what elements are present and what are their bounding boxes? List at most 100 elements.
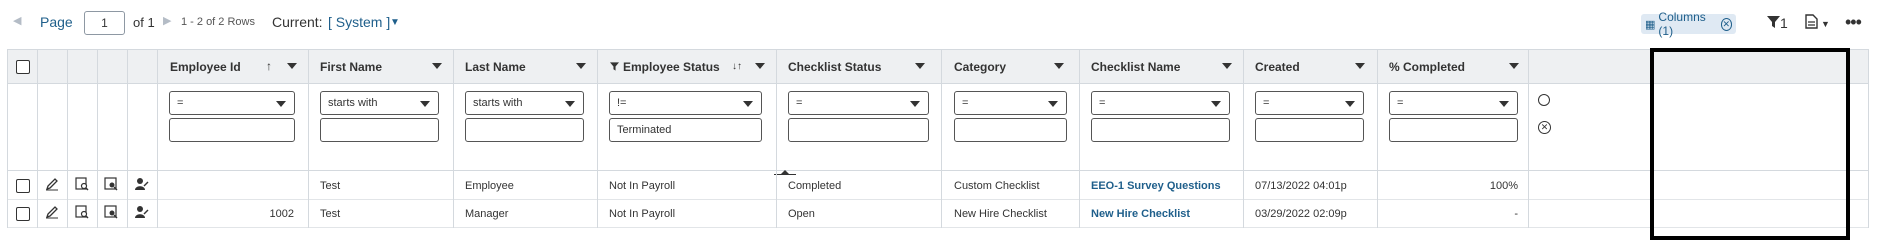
filter-operator-category[interactable]: = [954,91,1067,115]
edit-icon[interactable] [45,177,63,195]
filter-value-last-name[interactable] [465,118,584,142]
clear-filters-icon[interactable]: ✕ [1538,121,1551,134]
column-label: Last Name [465,60,526,74]
select-all-checkbox[interactable] [16,60,30,74]
column-label: Created [1255,60,1300,74]
column-menu-icon[interactable] [1054,63,1064,69]
column-menu-icon[interactable] [1355,63,1365,69]
cell-category: New Hire Checklist [954,208,1047,220]
row-count: 1 - 2 of 2 Rows [181,16,255,28]
column-divider [1079,50,1080,228]
column-menu-icon[interactable] [432,63,442,69]
open-record-icon[interactable] [104,177,122,195]
table-row[interactable]: 1002 Test Manager Not In Payroll Open Ne… [8,200,1868,228]
filter-operator-employee-status[interactable]: != [609,91,762,115]
column-divider [308,50,309,228]
columns-chip-label: Columns (1) [1658,10,1706,38]
current-view-selector[interactable]: [ System ] [328,14,390,30]
apply-filter-icon[interactable] [1538,94,1550,106]
filter-value-checklist-name[interactable] [1091,118,1230,142]
column-header-employee-status[interactable]: Employee Status [610,50,720,84]
column-menu-icon[interactable] [755,63,765,69]
filter-value-created[interactable] [1255,118,1364,142]
column-header-pct-completed[interactable]: % Completed [1389,50,1465,84]
column-menu-icon[interactable] [1509,63,1519,69]
checklist-name-link[interactable]: EEO-1 Survey Questions [1091,180,1221,192]
column-label: % Completed [1389,60,1466,74]
clear-icon[interactable]: ✕ [1720,17,1732,31]
column-header-last-name[interactable]: Last Name [465,50,526,84]
filter-operator-checklist-status[interactable]: = [788,91,929,115]
caret-down-icon [565,101,575,107]
caret-down-icon [276,101,286,107]
column-menu-icon[interactable] [1222,63,1232,69]
view-details-icon[interactable] [75,205,93,223]
next-page-icon[interactable]: ▶ [163,14,171,27]
page-count: of 1 [133,15,155,30]
operator-value: = [1263,97,1270,109]
filter-value-pct-completed[interactable] [1389,118,1518,142]
export-button[interactable]: ▼ [1805,14,1830,33]
current-view-label: Current: [272,14,323,30]
filter-value-first-name[interactable] [320,118,439,142]
column-header-category[interactable]: Category [954,50,1006,84]
prev-page-icon[interactable]: ◀ [13,14,21,27]
columns-chip[interactable]: ▦ Columns (1) ✕ [1641,10,1736,38]
header-row: Employee Id ↑ First Name Last Name Emplo… [8,50,1868,84]
column-menu-icon[interactable] [287,63,297,69]
caret-down-icon [743,101,753,107]
assign-user-icon[interactable] [134,205,152,223]
sort-toggle-icon[interactable]: ↓↑ [732,61,742,72]
checklist-name-link[interactable]: New Hire Checklist [1091,208,1190,220]
operator-value: starts with [473,97,523,109]
cell-employee-id: 1002 [269,208,294,220]
column-header-employee-id[interactable]: Employee Id [170,50,241,84]
caret-down-icon [1499,101,1509,107]
view-details-icon[interactable] [75,177,93,195]
column-divider [1377,50,1378,228]
column-header-checklist-status[interactable]: Checklist Status [788,50,881,84]
filter-indicator[interactable]: 1 [1767,15,1788,31]
cell-employee-status: Not In Payroll [609,180,676,192]
page-number-input[interactable] [84,11,125,35]
edit-icon[interactable] [45,205,63,223]
column-divider [67,50,68,228]
filter-operator-last-name[interactable]: starts with [465,91,584,115]
column-menu-icon[interactable] [576,63,586,69]
operator-value: = [1397,97,1404,109]
cell-pct-completed: 100% [1489,180,1518,192]
filter-value-employee-id[interactable] [169,118,295,142]
cell-last-name: Manager [465,208,509,220]
column-label: Checklist Name [1091,60,1181,74]
caret-down-icon[interactable]: ▼ [390,17,400,28]
row-checkbox[interactable] [16,179,30,193]
column-header-first-name[interactable]: First Name [320,50,382,84]
filter-icon [1767,15,1780,31]
filter-icon [610,60,619,74]
column-header-checklist-name[interactable]: Checklist Name [1091,50,1180,84]
filter-value-category[interactable] [954,118,1067,142]
more-icon[interactable]: ••• [1845,12,1862,33]
operator-value: = [1099,97,1106,109]
resize-handle-icon[interactable] [774,164,796,175]
filter-operator-created[interactable]: = [1255,91,1364,115]
cell-last-name: Employee [465,180,514,192]
column-header-created[interactable]: Created [1255,50,1300,84]
column-menu-icon[interactable] [915,63,925,69]
assign-user-icon[interactable] [134,177,152,195]
filter-operator-first-name[interactable]: starts with [320,91,439,115]
sort-asc-icon[interactable]: ↑ [266,59,272,73]
filter-value-employee-status[interactable]: Terminated [609,118,762,142]
row-checkbox[interactable] [16,207,30,221]
filter-operator-pct-completed[interactable]: = [1389,91,1518,115]
export-icon [1805,14,1818,33]
caret-down-icon: ▼ [1821,18,1830,29]
filter-value-checklist-status[interactable] [788,118,929,142]
caret-down-icon [1048,101,1058,107]
filter-operator-checklist-name[interactable]: = [1091,91,1230,115]
table-row[interactable]: Test Employee Not In Payroll Completed C… [8,172,1868,200]
column-label: First Name [320,60,383,74]
open-record-icon[interactable] [104,205,122,223]
filter-operator-employee-id[interactable]: = [169,91,295,115]
column-label: Employee Status [623,60,720,74]
